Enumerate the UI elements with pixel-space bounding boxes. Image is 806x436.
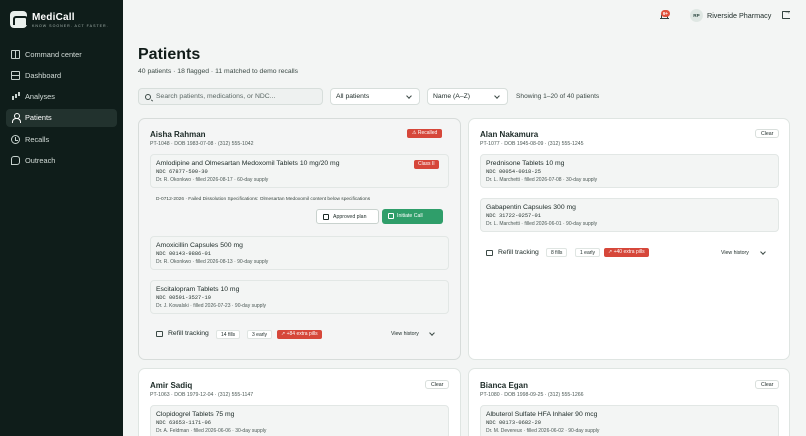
sidebar-nav: Command center Dashboard Analyses Patien… (6, 45, 117, 173)
page-title: Patients (138, 46, 201, 63)
person-icon (11, 113, 21, 123)
rx-ndc: NDC 00143-9886-01 (156, 251, 211, 257)
rx-ndc: NDC 00173-0682-20 (486, 420, 541, 426)
grid-icon (11, 49, 20, 59)
chat-icon (11, 155, 20, 165)
document-icon (323, 214, 329, 220)
patient-filter-select[interactable]: All patients (330, 88, 420, 105)
logout-icon[interactable] (782, 9, 791, 19)
clock-icon (11, 134, 20, 144)
view-history-button[interactable]: View history (391, 331, 419, 337)
rx-ndc: NDC 67877-500-30 (156, 169, 208, 175)
nav-item-analyses[interactable]: Analyses (6, 88, 117, 106)
patient-name[interactable]: Alan Nakamura (480, 130, 538, 139)
nav-item-recalls[interactable]: Recalls (6, 130, 117, 148)
brand-logo[interactable]: MediCall KNOW SOONER. ACT FASTER. (10, 11, 109, 28)
rx-name: Clopidogrel Tablets 75 mg (156, 411, 235, 418)
prescription-item[interactable]: Escitalopram Tablets 10 mg NDC 00591-352… (150, 280, 449, 314)
avatar[interactable]: RP (690, 9, 703, 22)
nav-label: Patients (25, 113, 52, 123)
nav-item-command-center[interactable]: Command center (6, 45, 117, 63)
nav-label: Outreach (25, 155, 56, 165)
user-name[interactable]: Riverside Pharmacy (707, 11, 771, 20)
phone-icon (388, 213, 394, 219)
rx-details: Dr. R. Okonkwo · filled 2026-08-17 · 60-… (156, 177, 269, 183)
brand-tagline: KNOW SOONER. ACT FASTER. (32, 23, 109, 28)
early-count: 1 early (575, 248, 601, 257)
rx-ndc: NDC 31722-0257-01 (486, 213, 541, 219)
refill-tracking: Refill tracking (486, 249, 539, 256)
search-icon (145, 93, 151, 100)
prescription-item[interactable]: Clopidogrel Tablets 75 mg NDC 63653-1171… (150, 405, 449, 436)
brand-name: MediCall (32, 11, 75, 23)
chevron-down-icon (406, 93, 412, 99)
prescription-item[interactable]: Amoxicillin Capsules 500 mg NDC 00143-98… (150, 236, 449, 270)
nav-item-dashboard[interactable]: Dashboard (6, 66, 117, 84)
prescription-item[interactable]: Albuterol Sulfate HFA Inhaler 90 mcg NDC… (480, 405, 779, 436)
patient-meta: PT-1048 · DOB 1983-07-08 · (312) 555-104… (150, 141, 254, 147)
search-input[interactable] (156, 93, 316, 100)
fills-count: 8 fills (546, 248, 568, 257)
calendar-icon (486, 249, 493, 256)
nav-item-outreach[interactable]: Outreach (6, 151, 117, 169)
refill-tracking: Refill tracking (156, 330, 209, 337)
dashboard-icon (11, 70, 20, 80)
patient-name[interactable]: Aisha Rahman (150, 130, 206, 139)
status-badge: ⚠ Recalled (407, 129, 443, 138)
patient-name[interactable]: Amir Sadiq (150, 381, 192, 390)
search-box[interactable] (138, 88, 323, 105)
prescription-item[interactable]: Gabapentin Capsules 300 mg NDC 31722-025… (480, 198, 779, 232)
rx-name: Prednisone Tablets 10 mg (486, 160, 565, 167)
rx-details: Dr. A. Feldman · filled 2026-06-06 · 30-… (156, 428, 267, 434)
fills-count: 14 fills (216, 330, 241, 339)
rx-details: Dr. J. Kowalski · filled 2026-07-23 · 90… (156, 303, 267, 309)
recall-note: D-0712-2026 · Failed Dissolution Specifi… (156, 197, 371, 202)
nav-label: Recalls (25, 134, 50, 144)
rx-name: Escitalopram Tablets 10 mg (156, 286, 240, 293)
rx-ndc: NDC 63653-1171-06 (156, 420, 211, 426)
nav-label: Analyses (25, 92, 55, 102)
rx-details: Dr. R. Okonkwo · filled 2026-08-13 · 90-… (156, 259, 269, 265)
patient-name[interactable]: Bianca Egan (480, 381, 528, 390)
medicall-logo-icon (10, 11, 28, 28)
bar-chart-icon (11, 92, 20, 101)
rx-details: Dr. L. Marchetti · filled 2026-06-01 · 9… (486, 221, 598, 227)
extra-pills-badge: ↗ +84 extra pills (277, 330, 322, 339)
patient-meta: PT-1077 · DOB 1945-08-09 · (312) 555-124… (480, 141, 584, 147)
chevron-down-icon (494, 93, 500, 99)
rx-ndc: NDC 00591-3527-19 (156, 295, 211, 301)
nav-item-patients[interactable]: Patients (6, 108, 117, 127)
initiate-call-button[interactable]: Initiate Call (382, 209, 443, 224)
sidebar: MediCall KNOW SOONER. ACT FASTER. Comman… (0, 0, 123, 436)
patient-filter-value: All patients (336, 93, 370, 100)
sort-select[interactable]: Name (A–Z) (427, 88, 508, 105)
rx-ndc: NDC 00054-0018-25 (486, 169, 541, 175)
recall-class-badge: Class II (414, 160, 439, 169)
status-badge: Clear (755, 380, 780, 389)
prescription-item[interactable]: Amlodipine and Olmesartan Medoxomil Tabl… (150, 154, 449, 188)
status-badge: Clear (425, 380, 450, 389)
sort-value: Name (A–Z) (433, 93, 471, 100)
patient-meta: PT-1063 · DOB 1979-12-04 · (312) 555-114… (150, 392, 254, 398)
extra-pills-badge: ↗ +40 extra pills (604, 248, 649, 257)
rx-details: Dr. L. Marchetti · filled 2026-07-08 · 3… (486, 177, 598, 183)
notification-badge: 9+ (661, 10, 670, 17)
patient-meta: PT-1080 · DOB 1998-09-25 · (312) 555-126… (480, 392, 584, 398)
page-subtitle: 40 patients · 18 flagged · 11 matched to… (138, 68, 299, 75)
approved-plan-button[interactable]: Approved plan (316, 209, 379, 224)
rx-name: Gabapentin Capsules 300 mg (486, 204, 576, 211)
early-count: 3 early (247, 330, 273, 339)
nav-label: Command center (25, 49, 82, 59)
prescription-item[interactable]: Prednisone Tablets 10 mg NDC 00054-0018-… (480, 154, 779, 188)
showing-count: Showing 1–20 of 40 patients (516, 93, 600, 100)
status-badge: Clear (755, 129, 780, 138)
rx-name: Albuterol Sulfate HFA Inhaler 90 mcg (486, 411, 598, 418)
nav-label: Dashboard (25, 70, 62, 80)
calendar-icon (156, 330, 163, 337)
rx-name: Amlodipine and Olmesartan Medoxomil Tabl… (156, 160, 340, 167)
rx-details: Dr. M. Devereux · filled 2026-06-02 · 90… (486, 428, 600, 434)
view-history-button[interactable]: View history (721, 250, 749, 256)
rx-name: Amoxicillin Capsules 500 mg (156, 242, 243, 249)
